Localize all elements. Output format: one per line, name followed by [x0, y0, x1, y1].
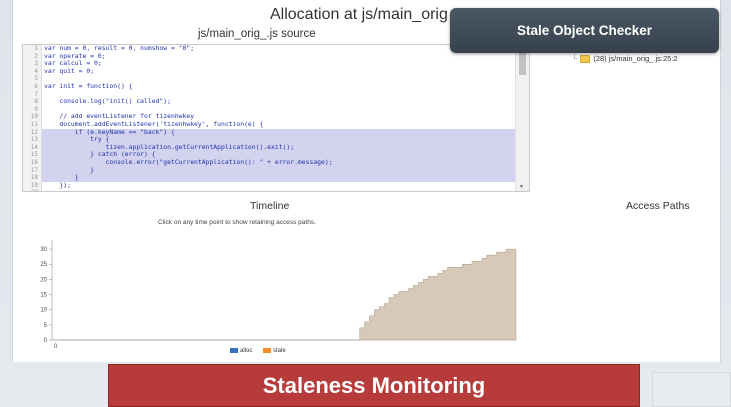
- access-tree-item[interactable]: └ (28) js/main_orig_.js:25:2: [572, 54, 678, 64]
- line-number: 11: [30, 120, 38, 128]
- code-line: }: [44, 173, 79, 182]
- code-line: var init = function() {: [44, 81, 133, 90]
- line-number: 3: [34, 60, 38, 68]
- line-number: 18: [30, 174, 38, 182]
- line-number: 13: [30, 136, 38, 144]
- legend-swatch-alloc: [230, 348, 238, 353]
- legend-label-alloc: alloc: [240, 348, 253, 355]
- line-number: 16: [30, 158, 38, 166]
- folder-icon: [580, 55, 591, 64]
- y-tick-label: 10: [40, 308, 47, 314]
- y-tick-label: 15: [40, 293, 47, 299]
- legend-item-alloc[interactable]: alloc: [230, 348, 252, 354]
- line-number: 2: [34, 52, 38, 60]
- line-number: 9: [34, 105, 38, 113]
- legend-label-stale: stale: [273, 348, 286, 355]
- code-line: var calcul = 0;: [44, 59, 102, 68]
- scroll-thumb[interactable]: [519, 53, 526, 75]
- timeline-chart[interactable]: 0 5 10 15 20 25 30 0: [22, 232, 518, 350]
- x-tick-label: 0: [54, 344, 58, 350]
- line-number: 15: [30, 151, 38, 159]
- line-number: 20: [23, 189, 41, 191]
- y-tick-label: 0: [44, 338, 48, 344]
- code-line: var quit = 0;: [44, 66, 95, 75]
- line-number: 8: [34, 98, 38, 106]
- line-number: 17: [30, 166, 38, 174]
- line-number: 14: [30, 143, 38, 151]
- line-number-gutter: 1234567891011121314151617181920: [23, 45, 42, 191]
- access-paths-title: Access Paths: [626, 200, 690, 212]
- code-lines: var num = 0, result = 0, numshow = "0"; v…: [44, 45, 515, 191]
- line-number: 6: [34, 82, 38, 90]
- y-tick-label: 30: [40, 247, 47, 253]
- timeline-hint: Click on any time point to show retainin…: [158, 219, 316, 226]
- line-number: 1: [34, 45, 38, 52]
- code-line: console.log("init() called");: [44, 97, 171, 106]
- source-title: js/main_orig_.js source: [198, 28, 316, 40]
- side-panel-box: [652, 372, 731, 407]
- source-code-viewer[interactable]: 1234567891011121314151617181920 var num …: [22, 44, 530, 192]
- chart-legend: alloc stale: [230, 348, 295, 354]
- y-tick-label: 25: [40, 262, 47, 268]
- line-number: 5: [34, 75, 38, 83]
- line-number: 10: [30, 113, 38, 121]
- page-title: Allocation at js/main_orig: [270, 6, 448, 23]
- timeline-title: Timeline: [250, 200, 290, 212]
- line-number: 7: [34, 90, 38, 98]
- y-tick-label: 20: [40, 277, 47, 283]
- line-number: 12: [30, 128, 38, 136]
- legend-item-stale[interactable]: stale: [263, 348, 286, 354]
- code-line: if (e.keyName == "back") {: [44, 127, 175, 136]
- code-line: }: [44, 165, 95, 174]
- line-number: 4: [34, 67, 38, 75]
- line-number: 19: [30, 181, 38, 189]
- y-tick-label: 5: [44, 323, 48, 329]
- code-line: console.error("getCurrentApplication(): …: [44, 157, 333, 166]
- code-line: });: [44, 180, 71, 189]
- legend-swatch-stale: [263, 348, 272, 353]
- scroll-down-icon[interactable]: ▼: [519, 185, 524, 190]
- staleness-monitoring-banner: Staleness Monitoring: [108, 364, 640, 407]
- editor-scrollbar[interactable]: ▲ ▼: [515, 45, 529, 191]
- code-line: var num = 0, result = 0, numshow = "0";: [44, 44, 195, 52]
- tree-branch-icon: └: [572, 54, 578, 63]
- stale-object-checker-badge: Stale Object Checker: [450, 8, 719, 53]
- stale-area-series: [52, 248, 517, 341]
- code-line: var operate = 0;: [44, 51, 106, 60]
- tree-item-label: (28) js/main_orig_.js:25:2: [593, 54, 678, 63]
